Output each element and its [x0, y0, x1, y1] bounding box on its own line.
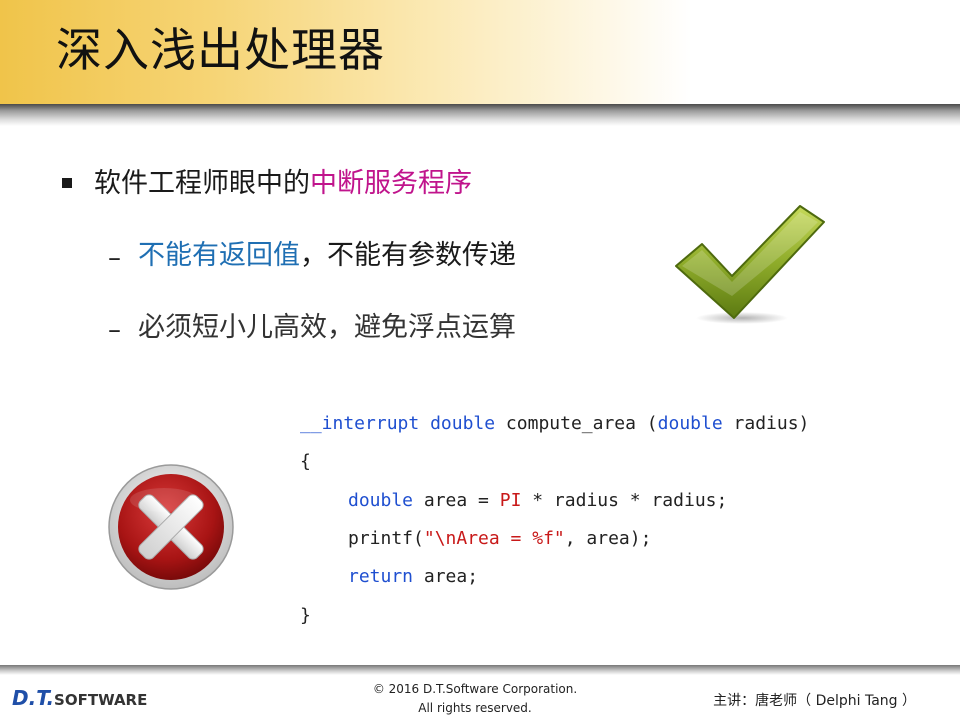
- code-line-5-rest: area;: [413, 566, 479, 587]
- code-line-4: printf("\nArea = %f", area);: [348, 520, 651, 558]
- code-const-pi: PI: [499, 490, 522, 511]
- footer-divider: [0, 665, 960, 675]
- code-param-rest: radius): [722, 413, 810, 434]
- code-line-1: __interrupt double compute_area (double …: [300, 405, 809, 443]
- code-kw-return: return: [348, 566, 414, 587]
- sub-bullet-1-dark: 不能有参数传递: [327, 240, 516, 271]
- code-line-2: {: [300, 451, 311, 472]
- code-kw-double: double: [430, 413, 496, 434]
- code-kw-double-local: double: [348, 490, 414, 511]
- cross-icon: [106, 462, 236, 592]
- code-line-3-rest: * radius * radius;: [521, 490, 728, 511]
- code-line-3-mid: area =: [413, 490, 500, 511]
- bullet-main-prefix: 软件工程师眼中的: [94, 168, 310, 199]
- checkmark-icon: [672, 200, 828, 326]
- presenter-credit: 主讲：唐老师（ Delphi Tang ）: [713, 693, 916, 709]
- bullet-main-highlight: 中断服务程序: [310, 168, 472, 199]
- slide-title: 深入浅出处理器: [56, 23, 385, 77]
- bullet-main: 软件工程师眼中的中断服务程序: [94, 164, 472, 204]
- code-fn-printf: printf(: [348, 528, 424, 549]
- bullet-square-icon: [62, 178, 72, 188]
- logo-dt: D.T.: [12, 686, 55, 710]
- sub-bullet-dash-1: –: [108, 243, 121, 273]
- code-kw-interrupt: __interrupt: [300, 413, 420, 434]
- code-fn-signature: compute_area (: [495, 413, 658, 434]
- logo-software: SOFTWARE: [54, 691, 148, 709]
- copyright-line-2: All rights reserved.: [418, 701, 532, 715]
- slide: 深入浅出处理器 软件工程师眼中的中断服务程序 – 不能有返回值，不能有参数传递 …: [0, 0, 960, 720]
- title-divider: [0, 104, 960, 126]
- sub-bullet-2: 必须短小儿高效，避免浮点运算: [138, 312, 516, 343]
- code-kw-double-param: double: [657, 413, 723, 434]
- company-logo: D.T.SOFTWARE: [12, 686, 147, 710]
- sub-bullet-1-sep: ，: [300, 240, 327, 271]
- code-line-3: double area = PI * radius * radius;: [348, 482, 727, 520]
- sub-bullet-dash-2: –: [108, 315, 121, 345]
- code-line-4-rest: , area);: [564, 528, 652, 549]
- code-line-6: }: [300, 605, 311, 626]
- sub-bullet-1: 不能有返回值，不能有参数传递: [138, 236, 516, 276]
- code-line-5: return area;: [348, 558, 478, 596]
- sub-bullet-1-blue: 不能有返回值: [138, 240, 300, 271]
- copyright-line-1: © 2016 D.T.Software Corporation.: [372, 682, 578, 696]
- code-string: "\nArea = %f": [423, 528, 565, 549]
